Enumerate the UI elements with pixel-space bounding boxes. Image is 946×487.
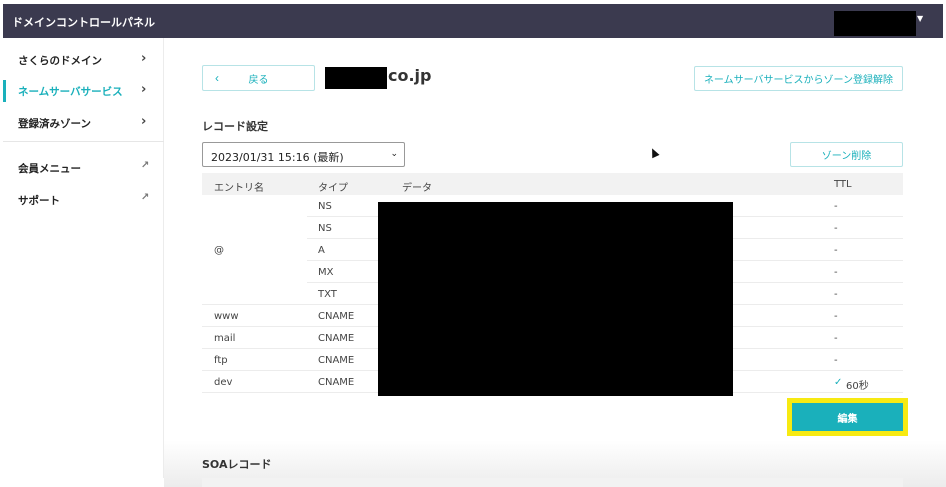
record-ttl: 60秒 [846, 381, 869, 392]
record-entry: dev [214, 377, 233, 388]
record-ttl: - [834, 333, 838, 344]
sidebar-item-label: ネームサーバサービス [18, 86, 123, 98]
soa-table-header [202, 478, 903, 487]
top-bar: ドメインコントロールパネル ▼ [3, 4, 943, 38]
back-button-label: 戻る [248, 74, 269, 86]
record-entry: @ [214, 245, 224, 256]
sidebar-item-label: 登録済みゾーン [18, 118, 91, 130]
sidebar: さくらのドメイン › ネームサーバサービス › 登録済みゾーン › 会員メニュー… [3, 38, 164, 478]
sidebar-item-label: 会員メニュー [18, 163, 81, 175]
record-ttl: - [834, 311, 838, 322]
record-type: NS [318, 223, 332, 234]
sidebar-item-label: さくらのドメイン [18, 55, 102, 67]
record-type: TXT [318, 289, 337, 300]
chevron-down-icon: ⌄ [390, 149, 398, 159]
redacted-record-data [378, 202, 733, 396]
record-type: CNAME [318, 355, 355, 366]
version-select-value: 2023/01/31 15:16 (最新) [211, 151, 344, 164]
record-type: A [318, 245, 325, 256]
column-header-data: データ [402, 183, 432, 194]
zone-delete-button[interactable]: ゾーン削除 [790, 142, 903, 167]
record-type: CNAME [318, 311, 355, 322]
column-header-type: タイプ [318, 183, 348, 194]
record-entry: ftp [214, 355, 228, 366]
version-select[interactable]: 2023/01/31 15:16 (最新) ⌄ [202, 142, 405, 167]
record-entry: www [214, 311, 239, 322]
record-ttl: - [834, 267, 838, 278]
mouse-cursor-icon [648, 146, 660, 159]
check-icon: ✓ [834, 377, 843, 388]
app-title: ドメインコントロールパネル [12, 16, 155, 29]
record-ttl: - [834, 289, 838, 300]
back-button[interactable]: ‹ 戻る [202, 65, 315, 91]
record-ttl: - [834, 245, 838, 256]
sidebar-item-member-menu[interactable]: 会員メニュー ↗ [3, 153, 164, 183]
app-frame: ドメインコントロールパネル ▼ さくらのドメイン › ネームサーバサービス › … [0, 0, 946, 487]
chevron-left-icon: ‹ [215, 71, 219, 85]
sidebar-item-sakura-domain[interactable]: さくらのドメイン › [3, 45, 164, 75]
sidebar-item-registered-zones[interactable]: 登録済みゾーン › [3, 108, 164, 138]
column-header-ttl: TTL [834, 179, 852, 190]
table-header: エントリ名 タイプ データ TTL [202, 173, 903, 195]
domain-suffix: co.jp [388, 66, 432, 85]
caret-down-icon[interactable]: ▼ [917, 14, 923, 23]
records-section-title: レコード設定 [202, 120, 268, 133]
sidebar-divider [3, 141, 164, 142]
redacted-domain-name [325, 67, 387, 89]
soa-section-title: SOAレコード [202, 458, 272, 471]
record-entry: mail [214, 333, 236, 344]
column-header-entry: エントリ名 [214, 183, 264, 194]
sidebar-item-nameserver[interactable]: ネームサーバサービス › [3, 76, 164, 106]
edit-button[interactable]: 編集 [792, 403, 903, 431]
sidebar-item-support[interactable]: サポート ↗ [3, 185, 164, 215]
account-menu[interactable] [834, 11, 916, 36]
external-link-icon: ↗ [141, 192, 150, 203]
record-ttl: - [834, 223, 838, 234]
record-type: CNAME [318, 377, 355, 388]
record-ttl: - [834, 355, 838, 366]
chevron-right-icon: › [141, 51, 147, 66]
external-link-icon: ↗ [141, 160, 150, 171]
record-type: CNAME [318, 333, 355, 344]
chevron-right-icon: › [141, 114, 147, 129]
record-type: MX [318, 267, 334, 278]
record-ttl: - [834, 201, 838, 212]
zone-unregister-button[interactable]: ネームサーバサービスからゾーン登録解除 [694, 66, 903, 91]
sidebar-item-label: サポート [18, 195, 60, 207]
chevron-right-icon: › [141, 82, 147, 97]
record-type: NS [318, 201, 332, 212]
